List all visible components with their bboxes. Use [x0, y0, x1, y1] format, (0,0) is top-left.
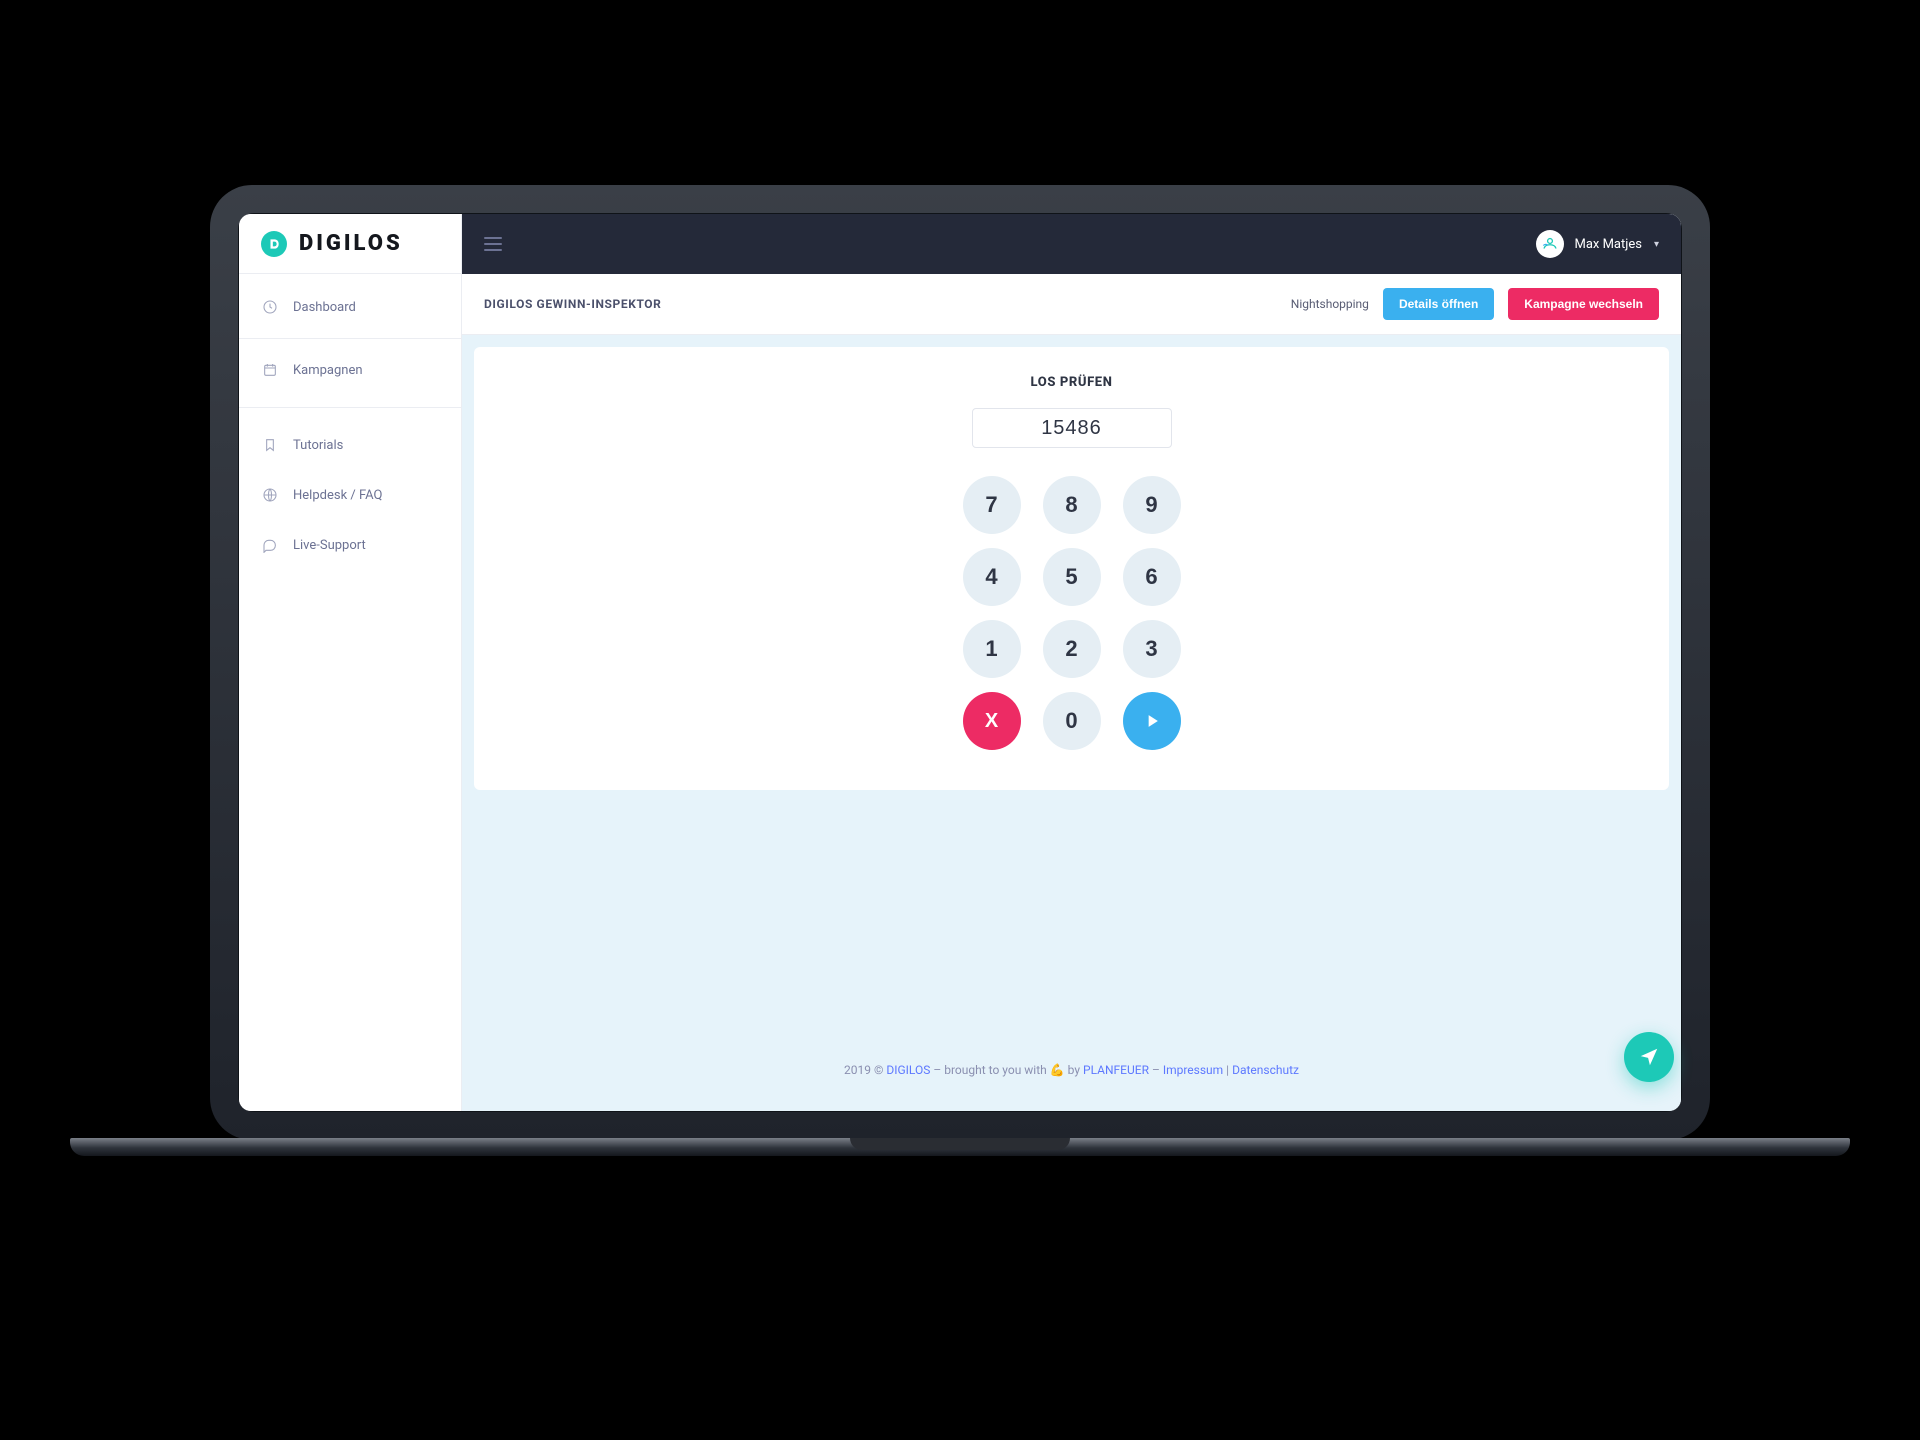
keypad: 7 8 9 4 5 6 [963, 476, 1181, 750]
brand-logo[interactable]: DIGILOS [239, 214, 461, 274]
laptop-mockup: DIGILOS Dashboard [210, 185, 1710, 1168]
sidebar: DIGILOS Dashboard [239, 214, 462, 1111]
nav-divider [239, 407, 461, 408]
footer-year: 2019 © [844, 1063, 886, 1077]
sidebar-item-live-support[interactable]: Live-Support [239, 520, 461, 570]
menu-toggle-button[interactable] [484, 237, 502, 251]
keypad-9[interactable]: 9 [1123, 476, 1181, 534]
keypad-6[interactable]: 6 [1123, 548, 1181, 606]
sidebar-item-label: Tutorials [293, 438, 343, 453]
keypad-clear-button[interactable]: X [963, 692, 1021, 750]
globe-icon [261, 486, 279, 504]
muscle-emoji-icon: 💪 [1050, 1063, 1065, 1077]
details-button[interactable]: Details öffnen [1383, 288, 1494, 320]
sidebar-item-label: Dashboard [293, 300, 356, 315]
avatar-icon [1536, 230, 1564, 258]
topbar: Max Matjes ▾ [462, 214, 1681, 274]
footer-by: by [1065, 1063, 1083, 1077]
brand-name: DIGILOS [299, 231, 403, 256]
footer-pipe: | [1223, 1063, 1232, 1077]
footer-author-link[interactable]: PLANFEUER [1083, 1063, 1149, 1077]
main-area: Max Matjes ▾ DIGILOS GEWINN-INSPEKTOR Ni… [462, 214, 1681, 1111]
footer-dash: – [1149, 1063, 1163, 1077]
footer: 2019 © DIGILOS – brought to you with 💪 b… [474, 1045, 1669, 1099]
sidebar-item-tutorials[interactable]: Tutorials [239, 420, 461, 470]
footer-datenschutz-link[interactable]: Datenschutz [1232, 1063, 1299, 1077]
keypad-7[interactable]: 7 [963, 476, 1021, 534]
sidebar-item-kampagnen[interactable]: Kampagnen [239, 345, 461, 395]
sidebar-item-label: Kampagnen [293, 363, 363, 378]
keypad-4[interactable]: 4 [963, 548, 1021, 606]
keypad-0[interactable]: 0 [1043, 692, 1101, 750]
app-root: DIGILOS Dashboard [239, 214, 1681, 1111]
sidebar-item-label: Helpdesk / FAQ [293, 488, 382, 503]
keypad-3[interactable]: 3 [1123, 620, 1181, 678]
calendar-icon [261, 361, 279, 379]
bookmark-icon [261, 436, 279, 454]
paper-plane-icon [1638, 1046, 1660, 1068]
keypad-2[interactable]: 2 [1043, 620, 1101, 678]
dashboard-icon [261, 298, 279, 316]
campaign-name: Nightshopping [1291, 297, 1369, 311]
user-menu[interactable]: Max Matjes ▾ [1536, 230, 1659, 258]
nav-divider [239, 338, 461, 339]
sidebar-item-label: Live-Support [293, 538, 366, 553]
keypad-5[interactable]: 5 [1043, 548, 1101, 606]
sidebar-nav: Dashboard Kampagnen [239, 274, 461, 570]
keypad-8[interactable]: 8 [1043, 476, 1101, 534]
chevron-down-icon: ▾ [1654, 239, 1659, 250]
play-icon [1142, 711, 1162, 731]
card-title: LOS PRÜFEN [1031, 375, 1113, 390]
brand-logo-badge-icon [261, 231, 287, 257]
laptop-bezel: DIGILOS Dashboard [238, 213, 1682, 1112]
footer-brand-link[interactable]: DIGILOS [886, 1063, 930, 1077]
subheader: DIGILOS GEWINN-INSPEKTOR Nightshopping D… [462, 274, 1681, 335]
page-title: DIGILOS GEWINN-INSPEKTOR [484, 297, 661, 311]
sidebar-item-dashboard[interactable]: Dashboard [239, 282, 461, 332]
ticket-number-input[interactable] [972, 408, 1172, 448]
app-screen: DIGILOS Dashboard [239, 214, 1681, 1111]
footer-impressum-link[interactable]: Impressum [1163, 1063, 1223, 1077]
help-fab-button[interactable] [1624, 1032, 1674, 1082]
ticket-check-card: LOS PRÜFEN 7 8 9 4 [474, 347, 1669, 790]
switch-campaign-button[interactable]: Kampagne wechseln [1508, 288, 1659, 320]
user-name: Max Matjes [1574, 237, 1641, 252]
laptop-screen-outer: DIGILOS Dashboard [210, 185, 1710, 1140]
content: LOS PRÜFEN 7 8 9 4 [462, 335, 1681, 1111]
chat-icon [261, 536, 279, 554]
sidebar-item-helpdesk[interactable]: Helpdesk / FAQ [239, 470, 461, 520]
subheader-actions: Nightshopping Details öffnen Kampagne we… [1291, 288, 1659, 320]
keypad-submit-button[interactable] [1123, 692, 1181, 750]
keypad-1[interactable]: 1 [963, 620, 1021, 678]
laptop-base [70, 1138, 1850, 1168]
footer-mid: – brought to you with [930, 1063, 1049, 1077]
